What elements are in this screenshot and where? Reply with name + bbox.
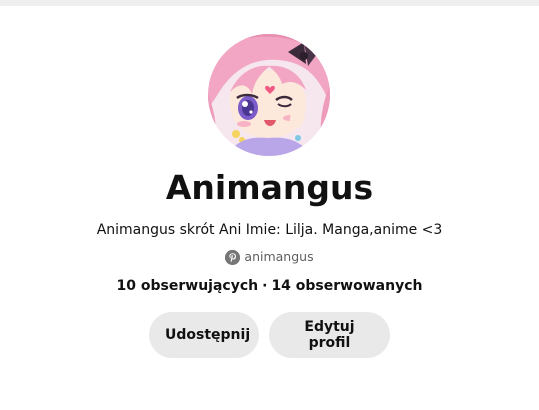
stats-separator: · — [262, 278, 268, 294]
edit-profile-button[interactable]: Edytuj profil — [269, 312, 390, 358]
avatar[interactable] — [208, 34, 330, 156]
following-count[interactable]: 14 obserwowanych — [271, 275, 422, 297]
share-button[interactable]: Udostępnij — [149, 312, 259, 358]
profile-handle[interactable]: animangus — [244, 247, 313, 267]
avatar-illustration — [208, 34, 330, 156]
profile-bio: Animangus skrót Ani Imie: Lilja. Manga,a… — [96, 222, 443, 238]
pinterest-icon — [225, 249, 241, 265]
profile-display-name: Animangus — [165, 168, 374, 207]
profile-header: Animangus Animangus skrót Ani Imie: Lilj… — [0, 0, 539, 410]
followers-count[interactable]: 10 obserwujących — [117, 275, 259, 297]
follow-stats: 10 obserwujących · 14 obserwowanych — [0, 275, 539, 297]
profile-handle-row: animangus — [0, 247, 539, 267]
profile-actions: Udostępnij Edytuj profil — [0, 312, 539, 358]
